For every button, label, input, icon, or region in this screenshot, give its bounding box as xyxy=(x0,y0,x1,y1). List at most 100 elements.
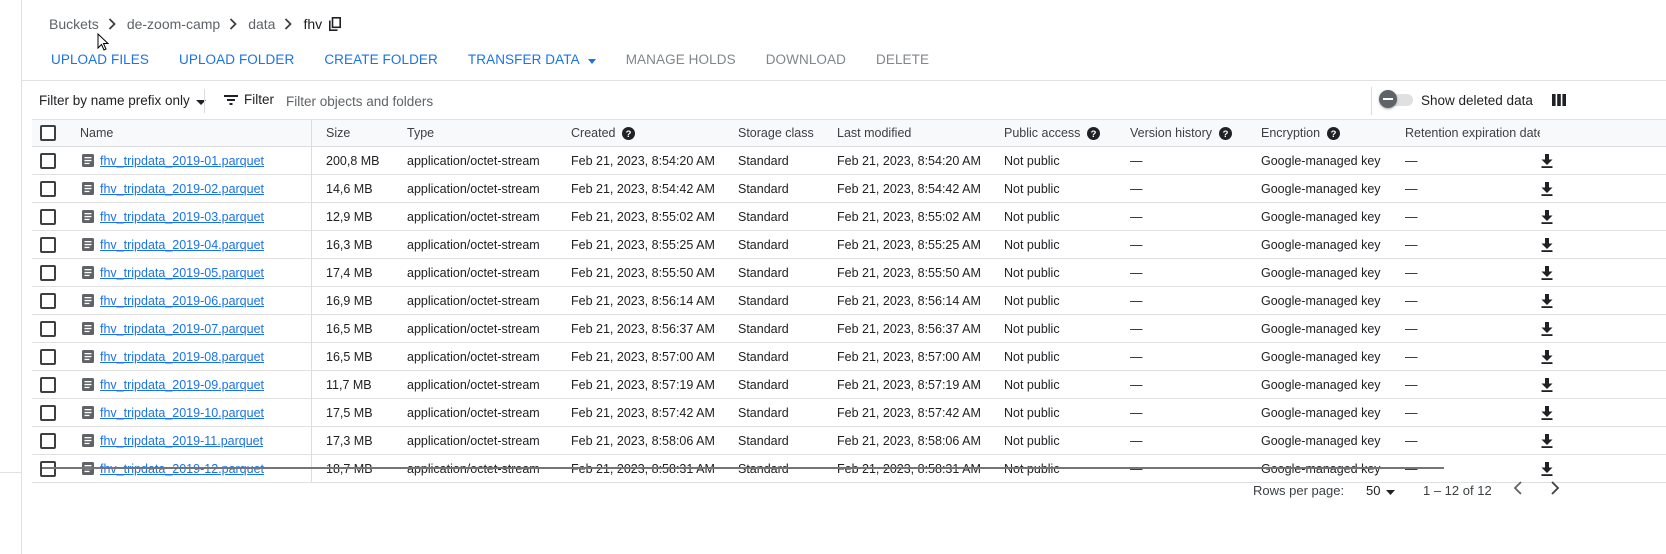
download-icon[interactable] xyxy=(1541,433,1553,448)
object-link[interactable]: fhv_tripdata_2019-09.parquet xyxy=(100,378,264,392)
view-columns-icon[interactable] xyxy=(1552,93,1566,111)
help-icon[interactable]: ? xyxy=(1218,126,1232,140)
retention-cell: — xyxy=(1405,433,1418,448)
upload-folder-button[interactable]: UPLOAD FOLDER xyxy=(179,52,294,67)
version-history-cell: — xyxy=(1130,349,1143,364)
download-icon[interactable] xyxy=(1541,321,1553,336)
upload-files-button[interactable]: UPLOAD FILES xyxy=(51,52,149,67)
file-icon xyxy=(82,238,94,251)
table-row[interactable]: fhv_tripdata_2019-11.parquet 17,3 MB appli… xyxy=(32,427,1666,455)
object-link[interactable]: fhv_tripdata_2019-02.parquet xyxy=(100,182,264,196)
transfer-data-button[interactable]: TRANSFER DATA xyxy=(468,52,596,67)
row-checkbox[interactable] xyxy=(40,236,56,253)
table-row[interactable]: fhv_tripdata_2019-06.parquet 16,9 MB appli… xyxy=(32,287,1666,315)
object-link[interactable]: fhv_tripdata_2019-05.parquet xyxy=(100,266,264,280)
download-icon[interactable] xyxy=(1541,209,1553,224)
prefix-filter-select[interactable]: Filter by name prefix only xyxy=(39,93,206,108)
type-cell: application/octet-stream xyxy=(407,293,540,308)
last-modified-cell: Feb 21, 2023, 8:57:19 AM xyxy=(837,377,981,392)
download-button[interactable]: DOWNLOAD xyxy=(766,52,846,67)
table-row[interactable]: fhv_tripdata_2019-05.parquet 17,4 MB appli… xyxy=(32,259,1666,287)
name-cell: fhv_tripdata_2019-09.parquet xyxy=(82,371,264,398)
size-cell: 17,5 MB xyxy=(326,405,373,420)
object-link[interactable]: fhv_tripdata_2019-06.parquet xyxy=(100,294,264,308)
column-resize-handle[interactable] xyxy=(311,120,312,146)
column-header-created[interactable]: Created ? xyxy=(571,120,636,146)
breadcrumb-folder[interactable]: data xyxy=(248,16,275,32)
row-checkbox[interactable] xyxy=(40,292,56,309)
row-checkbox[interactable] xyxy=(40,180,56,197)
table-row[interactable]: fhv_tripdata_2019-01.parquet 200,8 MB appl… xyxy=(32,147,1666,175)
horizontal-scrollbar[interactable] xyxy=(42,467,1444,469)
table-row[interactable]: fhv_tripdata_2019-03.parquet 12,9 MB appli… xyxy=(32,203,1666,231)
download-icon[interactable] xyxy=(1541,349,1553,364)
manage-holds-button[interactable]: MANAGE HOLDS xyxy=(626,52,736,67)
row-checkbox[interactable] xyxy=(40,348,56,365)
column-header-encryption[interactable]: Encryption ? xyxy=(1261,120,1341,146)
column-header-version-history[interactable]: Version history ? xyxy=(1130,120,1232,146)
filter-objects-input[interactable] xyxy=(284,90,588,112)
help-icon[interactable]: ? xyxy=(622,126,636,140)
download-icon[interactable] xyxy=(1541,181,1553,196)
table-row[interactable]: fhv_tripdata_2019-10.parquet 17,5 MB appli… xyxy=(32,399,1666,427)
object-link[interactable]: fhv_tripdata_2019-03.parquet xyxy=(100,210,264,224)
row-select-cell xyxy=(40,315,56,342)
download-icon[interactable] xyxy=(1541,293,1553,308)
download-icon[interactable] xyxy=(1541,153,1553,168)
row-checkbox[interactable] xyxy=(40,152,56,169)
action-toolbar: UPLOAD FILES UPLOAD FOLDER CREATE FOLDER… xyxy=(51,48,959,70)
storage-class-cell: Standard xyxy=(738,433,789,448)
file-icon xyxy=(82,350,94,363)
object-link[interactable]: fhv_tripdata_2019-08.parquet xyxy=(100,350,264,364)
table-row[interactable]: fhv_tripdata_2019-07.parquet 16,5 MB appli… xyxy=(32,315,1666,343)
svg-text:?: ? xyxy=(1091,129,1097,140)
row-checkbox[interactable] xyxy=(40,320,56,337)
column-header-last-modified[interactable]: Last modified xyxy=(837,120,911,146)
create-folder-button[interactable]: CREATE FOLDER xyxy=(324,52,438,67)
prefix-filter-label: Filter by name prefix only xyxy=(39,93,190,108)
last-modified-cell: Feb 21, 2023, 8:54:20 AM xyxy=(837,153,981,168)
column-header-type[interactable]: Type xyxy=(407,120,434,146)
object-link[interactable]: fhv_tripdata_2019-11.parquet xyxy=(100,434,263,448)
chevron-left-icon[interactable] xyxy=(1512,480,1524,499)
download-cell xyxy=(1541,203,1553,230)
download-icon[interactable] xyxy=(1541,265,1553,280)
breadcrumb-buckets[interactable]: Buckets xyxy=(49,16,99,32)
row-checkbox[interactable] xyxy=(40,432,56,449)
download-icon[interactable] xyxy=(1541,237,1553,252)
download-icon[interactable] xyxy=(1541,377,1553,392)
column-header-retention[interactable]: Retention expiration date xyxy=(1405,120,1540,146)
column-header-public-access[interactable]: Public access ? xyxy=(1004,120,1101,146)
filter-button[interactable]: Filter xyxy=(224,92,274,107)
object-link[interactable]: fhv_tripdata_2019-07.parquet xyxy=(100,322,264,336)
object-link[interactable]: fhv_tripdata_2019-01.parquet xyxy=(100,154,264,168)
delete-button[interactable]: DELETE xyxy=(876,52,929,67)
table-row[interactable]: fhv_tripdata_2019-08.parquet 16,5 MB appli… xyxy=(32,343,1666,371)
row-checkbox[interactable] xyxy=(40,404,56,421)
show-deleted-toggle[interactable] xyxy=(1379,90,1415,108)
column-header-storage-class[interactable]: Storage class xyxy=(738,120,814,146)
column-separator xyxy=(311,231,312,258)
help-icon[interactable]: ? xyxy=(1087,126,1101,140)
table-row[interactable]: fhv_tripdata_2019-04.parquet 16,3 MB appli… xyxy=(32,231,1666,259)
copy-icon[interactable] xyxy=(329,17,342,31)
table-row[interactable]: fhv_tripdata_2019-02.parquet 14,6 MB appli… xyxy=(32,175,1666,203)
rows-per-page-select[interactable]: 50 xyxy=(1366,483,1396,498)
row-checkbox[interactable] xyxy=(40,208,56,225)
table-row[interactable]: fhv_tripdata_2019-09.parquet 11,7 MB appli… xyxy=(32,371,1666,399)
column-header-size[interactable]: Size xyxy=(326,120,350,146)
public-access-cell: Not public xyxy=(1004,377,1060,392)
column-separator xyxy=(311,175,312,202)
object-link[interactable]: fhv_tripdata_2019-04.parquet xyxy=(100,238,264,252)
download-icon[interactable] xyxy=(1541,405,1553,420)
breadcrumb-bucket[interactable]: de-zoom-camp xyxy=(127,16,220,32)
row-checkbox[interactable] xyxy=(40,376,56,393)
object-link[interactable]: fhv_tripdata_2019-10.parquet xyxy=(100,406,264,420)
download-cell xyxy=(1541,287,1553,314)
select-all-checkbox[interactable] xyxy=(40,125,56,141)
help-icon[interactable]: ? xyxy=(1327,126,1341,140)
column-header-name[interactable]: Name xyxy=(80,120,113,146)
row-checkbox[interactable] xyxy=(40,264,56,281)
download-cell xyxy=(1541,371,1553,398)
chevron-right-icon[interactable] xyxy=(1549,480,1561,499)
